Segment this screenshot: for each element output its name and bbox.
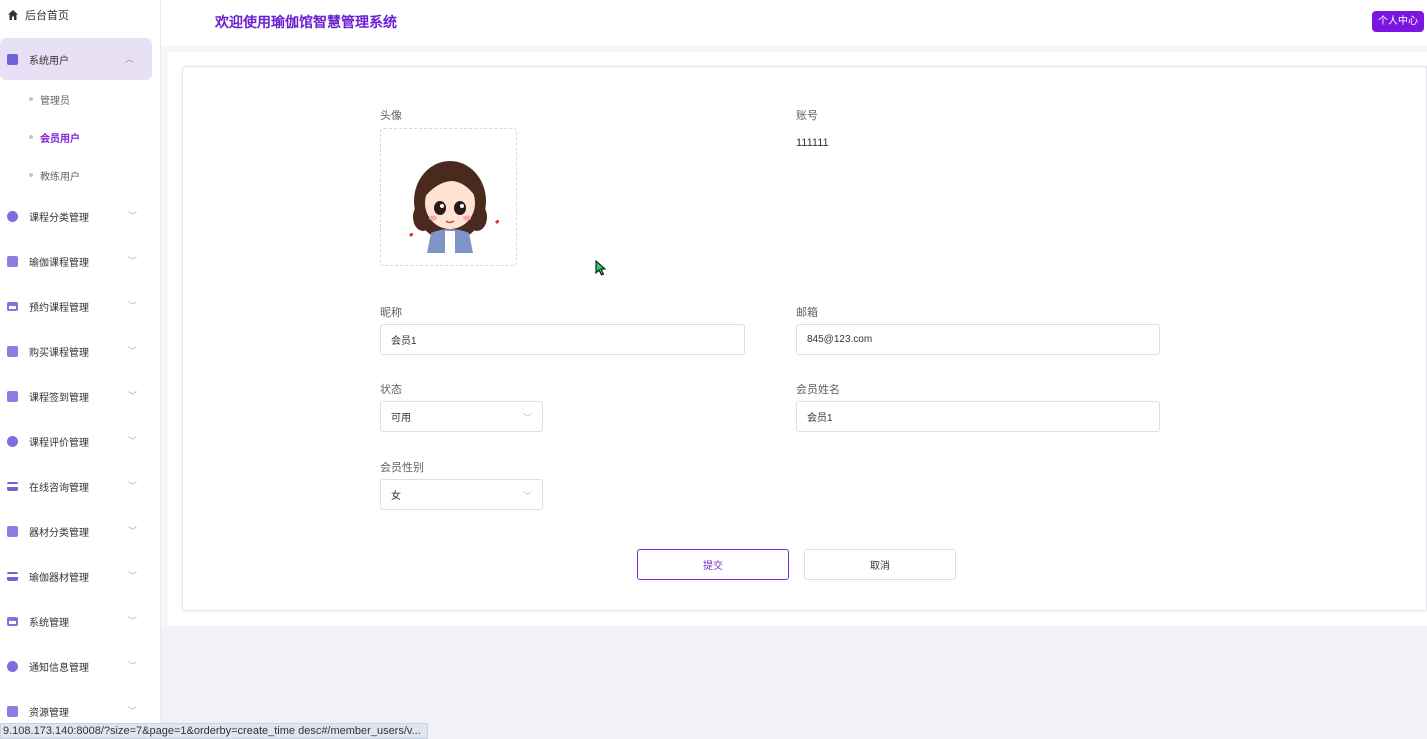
db-icon (7, 526, 18, 537)
sidebar-sub-item-member-users[interactable]: 会员用户 (0, 118, 160, 156)
member-name-input[interactable]: 会员1 (796, 401, 1160, 432)
page-title: 欢迎使用瑜伽馆智慧管理系统 (215, 14, 397, 30)
chevron-down-icon: ﹀ (127, 301, 137, 311)
sidebar-item-purchase[interactable]: 购买课程管理 ﹀ (0, 329, 160, 374)
list-icon (7, 482, 18, 491)
tray-icon (7, 617, 18, 626)
status-label: 状态 (380, 384, 402, 396)
mouse-cursor-icon (595, 259, 607, 281)
sidebar-item-label: 购买课程管理 (29, 348, 89, 359)
doc-icon (7, 391, 18, 402)
sidebar-sub-label: 管理员 (40, 95, 70, 107)
chevron-down-icon: ﹀ (127, 571, 137, 581)
email-input[interactable]: 845@123.com (796, 324, 1160, 355)
sidebar-item-label: 系统管理 (29, 618, 69, 629)
db-icon (7, 256, 18, 267)
chevron-down-icon: ﹀ (127, 391, 137, 401)
account-label: 账号 (796, 110, 818, 122)
user-folder-icon (7, 53, 18, 65)
sidebar-item-label: 后台首页 (25, 10, 69, 22)
sidebar-group-label: 系统用户 (29, 55, 69, 67)
sidebar-item-label: 课程分类管理 (29, 213, 89, 224)
sidebar-item-yoga-equipment[interactable]: 瑜伽器材管理 ﹀ (0, 554, 160, 599)
chevron-down-icon: ﹀ (127, 481, 137, 491)
top-header: 欢迎使用瑜伽馆智慧管理系统 个人中心 (161, 0, 1427, 46)
sidebar-item-label: 在线咨询管理 (29, 483, 89, 494)
chevron-down-icon: ﹀ (522, 491, 532, 501)
avatar-upload[interactable] (380, 128, 517, 266)
status-select[interactable]: 可用 ﹀ (380, 401, 543, 432)
gender-label: 会员性别 (380, 462, 424, 474)
gender-select[interactable]: 女 ﹀ (380, 479, 543, 510)
sidebar-item-label: 资源管理 (29, 708, 69, 719)
sidebar-item-equipment-category[interactable]: 器材分类管理 ﹀ (0, 509, 160, 554)
sidebar-item-system[interactable]: 系统管理 ﹀ (0, 599, 160, 644)
sidebar-item-yoga-course[interactable]: 瑜伽课程管理 ﹀ (0, 239, 160, 284)
sidebar-item-label: 通知信息管理 (29, 663, 89, 674)
sidebar-item-booking[interactable]: 预约课程管理 ﹀ (0, 284, 160, 329)
tray-icon (7, 302, 18, 311)
list-icon (7, 572, 18, 581)
avatar-image (409, 161, 500, 253)
sidebar-item-course-category[interactable]: 课程分类管理 ﹀ (0, 194, 160, 239)
chevron-up-icon: ︿ (124, 54, 134, 64)
gender-value: 女 (391, 491, 401, 502)
sidebar-item-consult[interactable]: 在线咨询管理 ﹀ (0, 464, 160, 509)
chevron-down-icon: ﹀ (127, 616, 137, 626)
round-icon (7, 661, 18, 672)
browser-status-url: 9.108.173.140:8008/?size=7&page=1&orderb… (0, 723, 428, 739)
email-label: 邮箱 (796, 307, 818, 319)
sidebar-item-label: 课程签到管理 (29, 393, 89, 404)
chevron-down-icon: ﹀ (127, 706, 137, 716)
sidebar-item-home[interactable]: 后台首页 (0, 0, 160, 30)
chevron-down-icon: ﹀ (127, 661, 137, 671)
sidebar-sub-item-admin[interactable]: 管理员 (0, 80, 160, 118)
sidebar-sub-label: 会员用户 (40, 133, 80, 145)
status-value: 可用 (391, 413, 411, 424)
account-value: 111111 (796, 137, 829, 149)
sidebar-item-label: 课程评价管理 (29, 438, 89, 449)
sidebar-item-review[interactable]: 课程评价管理 ﹀ (0, 419, 160, 464)
personal-center-button[interactable]: 个人中心 (1372, 11, 1424, 32)
nickname-value: 会员1 (391, 336, 417, 347)
nickname-input[interactable]: 会员1 (380, 324, 745, 355)
chevron-down-icon: ﹀ (127, 211, 137, 221)
doc-icon (7, 706, 18, 717)
nickname-label: 昵称 (380, 307, 402, 319)
chevron-down-icon: ﹀ (127, 526, 137, 536)
chevron-down-icon: ﹀ (127, 436, 137, 446)
chevron-down-icon: ﹀ (127, 256, 137, 266)
round-icon (7, 211, 18, 222)
round-icon (7, 436, 18, 447)
email-value: 845@123.com (807, 334, 873, 345)
cancel-button[interactable]: 取消 (804, 549, 956, 580)
doc-icon (7, 346, 18, 357)
sidebar: 后台首页 系统用户 ︿ 管理员 会员用户 教练用户 课程分类管理 ﹀ 瑜伽课程管… (0, 0, 161, 739)
submit-button[interactable]: 提交 (637, 549, 789, 580)
chevron-down-icon: ﹀ (127, 346, 137, 356)
sidebar-item-label: 预约课程管理 (29, 303, 89, 314)
member-name-label: 会员姓名 (796, 384, 840, 396)
sidebar-group-system-users[interactable]: 系统用户 ︿ (0, 38, 152, 80)
sidebar-item-label: 瑜伽器材管理 (29, 573, 89, 584)
chevron-down-icon: ﹀ (522, 413, 532, 423)
sidebar-item-label: 瑜伽课程管理 (29, 258, 89, 269)
sidebar-item-notice[interactable]: 通知信息管理 ﹀ (0, 644, 160, 689)
sidebar-sub-item-coach-users[interactable]: 教练用户 (0, 156, 160, 194)
member-name-value: 会员1 (807, 413, 833, 424)
bullet-icon (29, 135, 33, 139)
avatar-label: 头像 (380, 110, 402, 122)
home-icon (7, 9, 19, 21)
sidebar-sub-label: 教练用户 (40, 171, 80, 183)
sidebar-item-checkin[interactable]: 课程签到管理 ﹀ (0, 374, 160, 419)
bullet-icon (29, 97, 33, 101)
sidebar-item-label: 器材分类管理 (29, 528, 89, 539)
bullet-icon (29, 173, 33, 177)
